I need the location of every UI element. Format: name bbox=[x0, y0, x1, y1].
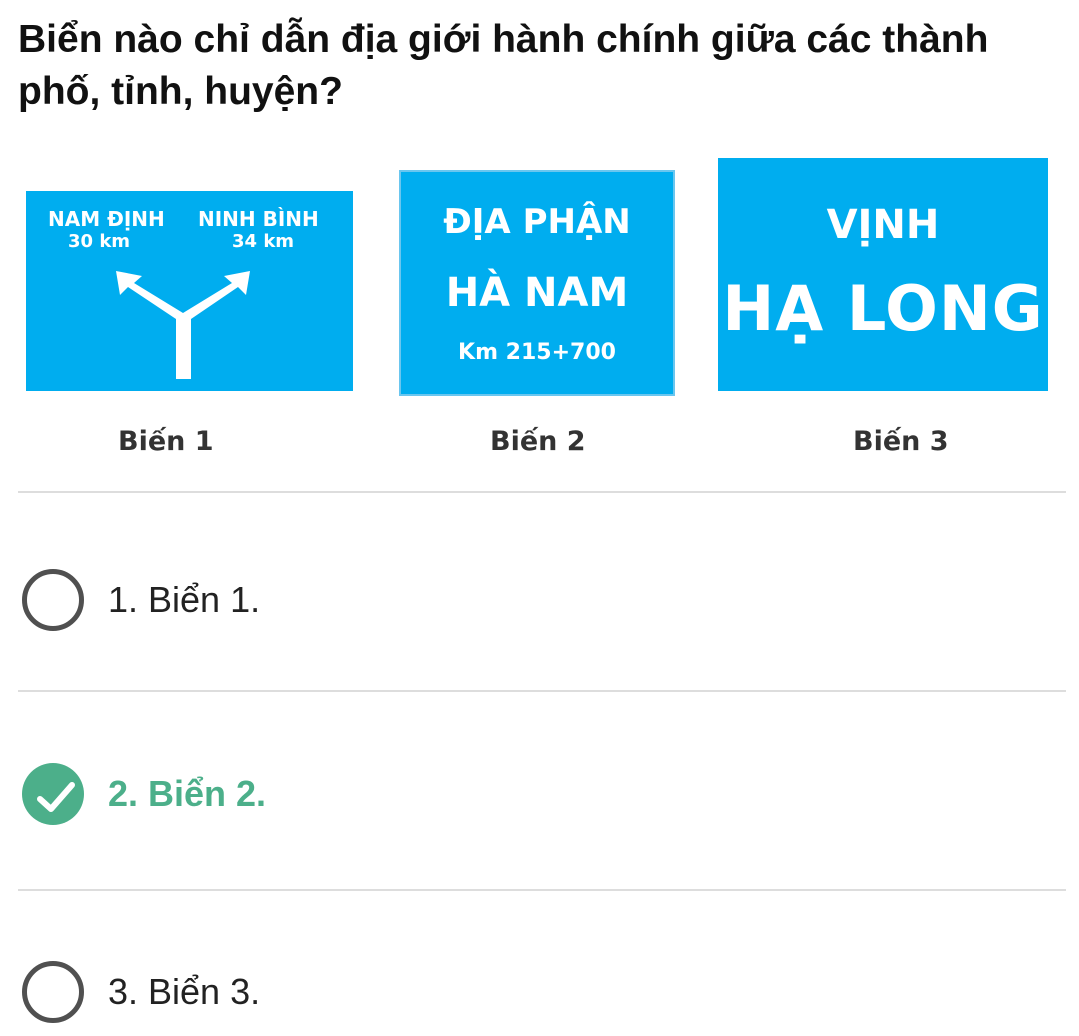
divider bbox=[18, 690, 1066, 692]
sign-3-line-2: HẠ LONG bbox=[722, 272, 1044, 345]
question-text: Biển nào chỉ dẫn địa giới hành chính giữ… bbox=[18, 18, 989, 113]
answer-option-label: 3. Biển 3. bbox=[108, 971, 261, 1012]
sign-2-boundary: ĐỊA PHẬN HÀ NAM Km 215+700 bbox=[399, 170, 675, 396]
sign-3-place-name: VỊNH HẠ LONG bbox=[718, 158, 1048, 391]
fork-arrow-icon bbox=[116, 271, 250, 379]
answer-option-2[interactable]: 2. Biển 2. bbox=[22, 756, 1062, 832]
radio-unchecked-icon[interactable] bbox=[22, 569, 84, 631]
sign-2-line-2: HÀ NAM bbox=[445, 270, 629, 316]
sign-2-caption: Biến 2 bbox=[490, 426, 586, 457]
divider bbox=[18, 491, 1066, 493]
sign-2-line-3: Km 215+700 bbox=[458, 340, 616, 365]
sign-3-line-1: VỊNH bbox=[826, 202, 940, 248]
sign-2-line-1: ĐỊA PHẬN bbox=[443, 202, 631, 242]
answer-option-label: 2. Biển 2. bbox=[108, 773, 267, 814]
sign-3-caption: Biến 3 bbox=[853, 426, 949, 457]
answer-option-3[interactable]: 3. Biển 3. bbox=[22, 954, 1062, 1030]
divider bbox=[18, 889, 1066, 891]
sign-1-caption: Biến 1 bbox=[118, 426, 214, 457]
answer-option-1[interactable]: 1. Biển 1. bbox=[22, 562, 1062, 638]
sign-1-direction: NAM ĐỊNH 30 km NINH BÌNH 34 km bbox=[26, 191, 353, 391]
answer-option-label: 1. Biển 1. bbox=[108, 579, 261, 620]
radio-unchecked-icon[interactable] bbox=[22, 961, 84, 1023]
check-circle-icon[interactable] bbox=[22, 763, 84, 825]
